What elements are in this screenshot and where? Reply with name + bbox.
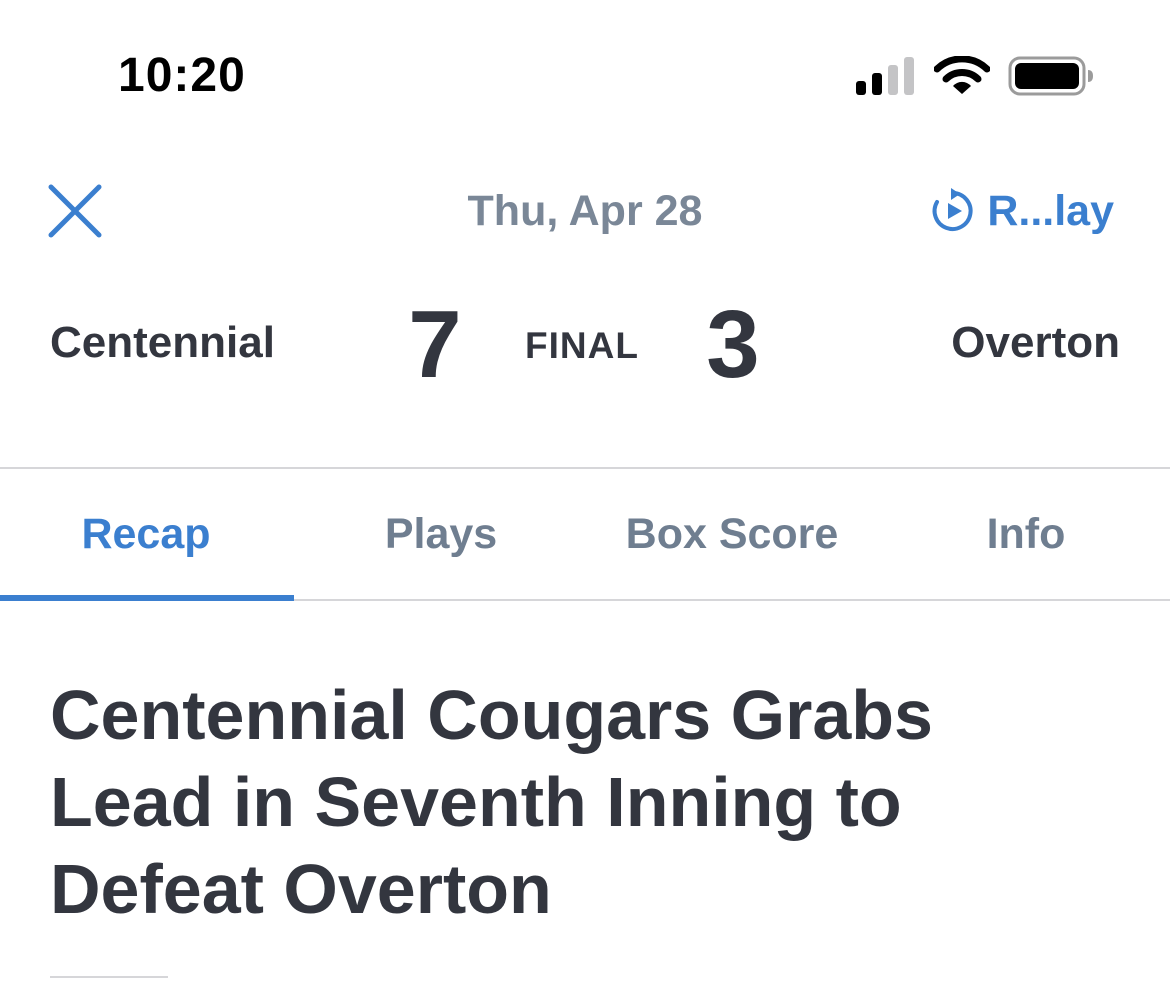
close-icon[interactable]: [46, 182, 104, 240]
cellular-signal-icon: [856, 57, 914, 95]
tab-plays[interactable]: Plays: [295, 469, 587, 599]
tab-recap[interactable]: Recap: [0, 469, 292, 599]
game-status: FINAL: [525, 325, 639, 366]
replay-button[interactable]: R...lay: [929, 184, 1114, 238]
tab-bar: Recap Plays Box Score Info: [0, 469, 1170, 599]
away-team-name[interactable]: Overton: [951, 318, 1120, 368]
game-detail-screen: 10:20 Thu, Apr 28 R...lay Centennial 7 F…: [0, 0, 1170, 981]
tab-box-score[interactable]: Box Score: [586, 469, 878, 599]
home-team-name[interactable]: Centennial: [50, 318, 275, 368]
recap-headline: Centennial Cougars Grabs Lead in Seventh…: [50, 676, 933, 928]
replay-icon: [932, 188, 973, 231]
tab-info[interactable]: Info: [880, 469, 1170, 599]
battery-icon: [1008, 56, 1093, 96]
active-tab-indicator: [0, 595, 294, 601]
game-date: Thu, Apr 28: [467, 187, 703, 235]
away-score: 3: [706, 291, 760, 398]
headline-rule: [50, 976, 168, 978]
wifi-icon: [934, 56, 990, 94]
status-time: 10:20: [118, 49, 246, 102]
replay-label: R...lay: [987, 186, 1114, 235]
home-score: 7: [408, 291, 462, 398]
